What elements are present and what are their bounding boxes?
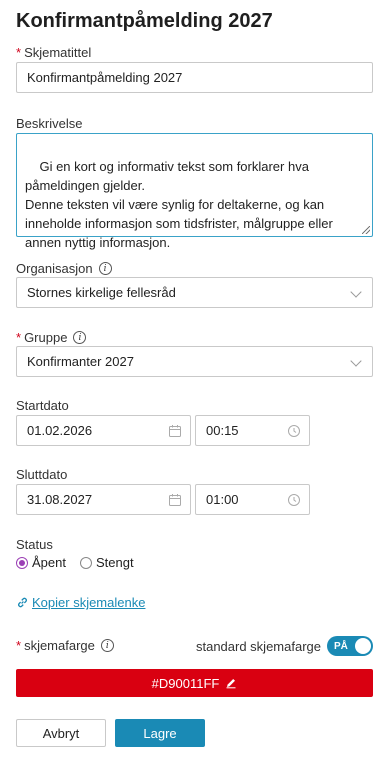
link-icon [18, 597, 27, 608]
save-button[interactable]: Lagre [115, 719, 205, 747]
calendar-icon[interactable] [168, 493, 182, 507]
group-value: Konfirmanter 2027 [27, 354, 134, 369]
pencil-icon [226, 679, 236, 689]
end-date-input[interactable]: 31.08.2027 [16, 484, 191, 515]
start-time-value: 00:15 [206, 423, 239, 438]
default-color-toggle-row: standard skjemafarge PÅ [196, 636, 373, 656]
end-time-value: 01:00 [206, 492, 239, 507]
organisation-value: Stornes kirkelige fellesråd [27, 285, 176, 300]
copy-form-link-label: Kopier skjemalenke [32, 595, 146, 610]
info-icon[interactable]: i [100, 639, 114, 652]
required-marker: * [16, 45, 22, 60]
color-picker-button[interactable]: #D90011FF [16, 669, 373, 697]
start-date-label: Startdato [16, 398, 69, 413]
calendar-icon[interactable] [168, 424, 182, 438]
group-select[interactable]: Konfirmanter 2027 [16, 346, 373, 377]
organisation-label: Organisasjon i [16, 261, 112, 276]
cancel-button[interactable]: Avbryt [16, 719, 106, 747]
info-icon[interactable]: i [98, 262, 112, 275]
start-date-input[interactable]: 01.02.2026 [16, 415, 191, 446]
chevron-down-icon [350, 286, 362, 298]
end-time-input[interactable]: 01:00 [195, 484, 310, 515]
resize-handle-icon[interactable] [362, 226, 370, 234]
group-label: * Gruppe i [16, 330, 87, 345]
info-icon[interactable]: i [73, 331, 87, 344]
start-time-input[interactable]: 00:15 [195, 415, 310, 446]
color-value: #D90011FF [151, 675, 220, 691]
organisation-select[interactable]: Stornes kirkelige fellesråd [16, 277, 373, 308]
copy-form-link[interactable]: Kopier skjemalenke [16, 595, 145, 610]
toggle-knob [355, 638, 371, 654]
end-date-value: 31.08.2027 [27, 492, 93, 507]
page-title: Konfirmantpåmelding 2027 [16, 10, 273, 32]
default-color-toggle[interactable]: PÅ [327, 636, 373, 656]
form-title-input[interactable]: Konfirmantpåmelding 2027 [16, 62, 373, 93]
description-label: Beskrivelse [16, 116, 83, 131]
end-date-label: Sluttdato [16, 467, 68, 482]
clock-icon[interactable] [287, 493, 301, 507]
chevron-down-icon [350, 355, 362, 367]
status-label: Status [16, 537, 53, 552]
status-option-closed-label: Stengt [95, 555, 134, 570]
status-radio-group: Åpent Stengt [16, 555, 134, 570]
clock-icon[interactable] [287, 424, 301, 438]
status-option-open-label: Åpent [32, 555, 66, 570]
required-marker: * [16, 330, 22, 345]
description-text: Gi en kort og informativ tekst som forkl… [25, 159, 333, 250]
description-textarea[interactable]: Gi en kort og informativ tekst som forkl… [16, 133, 373, 250]
required-marker: * [16, 638, 22, 653]
start-date-value: 01.02.2026 [27, 423, 93, 438]
form-title-label: * Skjematittel [16, 45, 92, 60]
toggle-state-label: PÅ [334, 640, 348, 652]
status-radio-open[interactable] [16, 556, 28, 569]
default-color-label: standard skjemafarge [195, 638, 321, 654]
status-radio-closed[interactable] [79, 556, 92, 569]
color-label: * skjemafarge i [16, 638, 114, 653]
